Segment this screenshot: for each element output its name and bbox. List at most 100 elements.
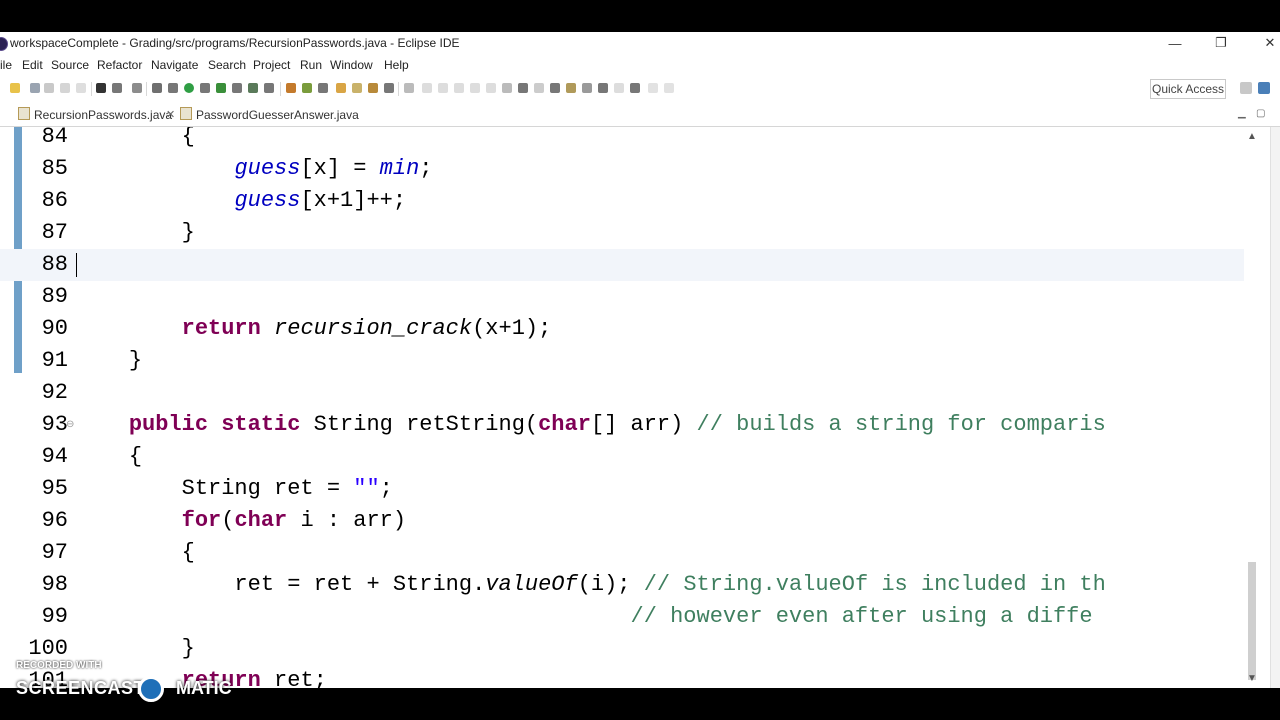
history-forward-icon[interactable] [664, 83, 674, 93]
screencast-logo-icon [138, 676, 164, 702]
dropdown-icon[interactable] [168, 83, 178, 93]
pin-editor-icon[interactable] [614, 83, 624, 93]
history-icon[interactable] [648, 83, 658, 93]
tab-password-guesser-answer[interactable]: PasswordGuesserAnswer.java [180, 104, 370, 126]
save-icon[interactable] [44, 83, 54, 93]
close-window-button[interactable]: ✕ [1247, 32, 1280, 54]
menu-edit[interactable]: Edit [22, 58, 43, 72]
maximize-view-icon[interactable]: ▢ [1256, 108, 1265, 119]
code-line: 94 { [0, 441, 1244, 473]
skip-breakpoints-icon[interactable] [132, 83, 142, 93]
text-cursor [76, 253, 77, 277]
search-icon[interactable] [368, 83, 378, 93]
restore-button[interactable]: ❐ [1198, 32, 1244, 54]
run-icon[interactable] [184, 83, 194, 93]
watermark-brand-left: SCREENCAST [16, 678, 146, 698]
code-text: { [181, 540, 195, 565]
new-java-project-icon[interactable] [286, 83, 296, 93]
dropdown-icon[interactable] [630, 83, 640, 93]
dropdown-icon[interactable] [518, 83, 528, 93]
menu-window[interactable]: Window [330, 58, 373, 72]
line-number: 95 [41, 476, 68, 501]
last-edit-location-icon[interactable] [534, 83, 544, 93]
open-type-icon[interactable] [336, 83, 346, 93]
dropdown-icon[interactable] [384, 83, 394, 93]
code-text: { [181, 127, 195, 149]
open-task-icon[interactable] [352, 83, 362, 93]
line-number: 87 [41, 220, 68, 245]
watermark-brand-right: MATIC [176, 678, 232, 698]
minimize-view-icon[interactable]: ▁ [1238, 108, 1246, 119]
dropdown-icon[interactable] [318, 83, 328, 93]
editor-tab-bar: RecursionPasswords.java ✕ PasswordGuesse… [0, 104, 1280, 127]
menu-refactor[interactable]: Refactor [97, 58, 142, 72]
line-number: 97 [41, 540, 68, 565]
side-panel-strip [1270, 127, 1280, 688]
code-line: 96 for(char i : arr) [0, 505, 1244, 537]
dropdown-icon[interactable] [550, 83, 560, 93]
dropdown-icon[interactable] [264, 83, 274, 93]
dropdown-icon[interactable] [200, 83, 210, 93]
fold-marker-icon[interactable]: ⊖ [66, 419, 74, 430]
menu-file[interactable]: ile [0, 58, 12, 72]
code-text: // however even after using a diffe [630, 604, 1093, 629]
toggle-mark-occurrences-icon[interactable] [404, 83, 414, 93]
eclipse-window: workspaceComplete - Grading/src/programs… [0, 32, 1280, 688]
back-icon[interactable] [566, 83, 576, 93]
word-wrap-icon[interactable] [454, 83, 464, 93]
scroll-up-icon[interactable]: ▲ [1244, 131, 1260, 142]
scroll-down-icon[interactable]: ▼ [1244, 673, 1260, 684]
open-icon[interactable] [30, 83, 40, 93]
line-number: 98 [41, 572, 68, 597]
line-number: 91 [41, 348, 68, 373]
quick-access-field[interactable]: Quick Access [1150, 79, 1226, 99]
menu-project[interactable]: Project [253, 58, 290, 72]
next-annotation-icon[interactable] [486, 83, 496, 93]
code-text: String ret = ""; [76, 476, 393, 501]
java-perspective-icon[interactable] [1258, 82, 1270, 94]
menu-run[interactable]: Run [300, 58, 322, 72]
code-line: 91 } [0, 345, 1244, 377]
code-line: 99 // however even after using a diffe [0, 601, 1244, 633]
line-number: 99 [41, 604, 68, 629]
code-text: for(char i : arr) [181, 508, 407, 533]
coverage-icon[interactable] [216, 83, 226, 93]
toggle-block-selection-icon[interactable] [422, 83, 432, 93]
menu-source[interactable]: Source [51, 58, 89, 72]
vertical-scrollbar[interactable]: ▲ ▼ [1244, 127, 1260, 688]
code-editor[interactable]: 84 { 85 guess[x] = min; 86 guess[x+1]++;… [0, 127, 1244, 688]
pilcrow-icon[interactable] [470, 83, 480, 93]
code-line: 86 guess[x+1]++; [0, 185, 1244, 217]
scrollbar-thumb[interactable] [1248, 562, 1256, 680]
code-line: 85 guess[x] = min; [0, 153, 1244, 185]
external-tools-icon[interactable] [248, 83, 258, 93]
dropdown-icon[interactable] [112, 83, 122, 93]
line-number: 94 [41, 444, 68, 469]
code-line: 92 [0, 377, 1244, 409]
menu-search[interactable]: Search [208, 58, 246, 72]
java-file-icon [18, 107, 30, 120]
menu-navigate[interactable]: Navigate [151, 58, 198, 72]
save-all-icon[interactable] [60, 83, 70, 93]
forward-icon[interactable] [582, 83, 592, 93]
code-text: return recursion_crack(x+1); [181, 316, 552, 341]
title-bar: workspaceComplete - Grading/src/programs… [0, 32, 1280, 54]
previous-annotation-icon[interactable] [502, 83, 512, 93]
print-icon[interactable] [76, 83, 86, 93]
code-line: 93 ⊖ public static String retString(char… [0, 409, 1244, 441]
new-icon[interactable] [10, 83, 20, 93]
debug-icon[interactable] [152, 83, 162, 93]
line-number: 92 [41, 380, 68, 405]
dropdown-icon[interactable] [598, 83, 608, 93]
open-perspective-icon[interactable] [1240, 82, 1252, 94]
menu-help[interactable]: Help [384, 58, 409, 72]
close-tab-icon[interactable]: ✕ [166, 104, 175, 126]
settings-icon[interactable] [96, 83, 106, 93]
dropdown-icon[interactable] [232, 83, 242, 93]
new-package-icon[interactable] [302, 83, 312, 93]
code-line: 100 } [0, 633, 1244, 665]
minimize-button[interactable]: — [1152, 32, 1198, 54]
show-whitespace-icon[interactable] [438, 83, 448, 93]
toolbar-separator [146, 82, 147, 96]
tab-recursion-passwords[interactable]: RecursionPasswords.java ✕ [0, 104, 180, 126]
